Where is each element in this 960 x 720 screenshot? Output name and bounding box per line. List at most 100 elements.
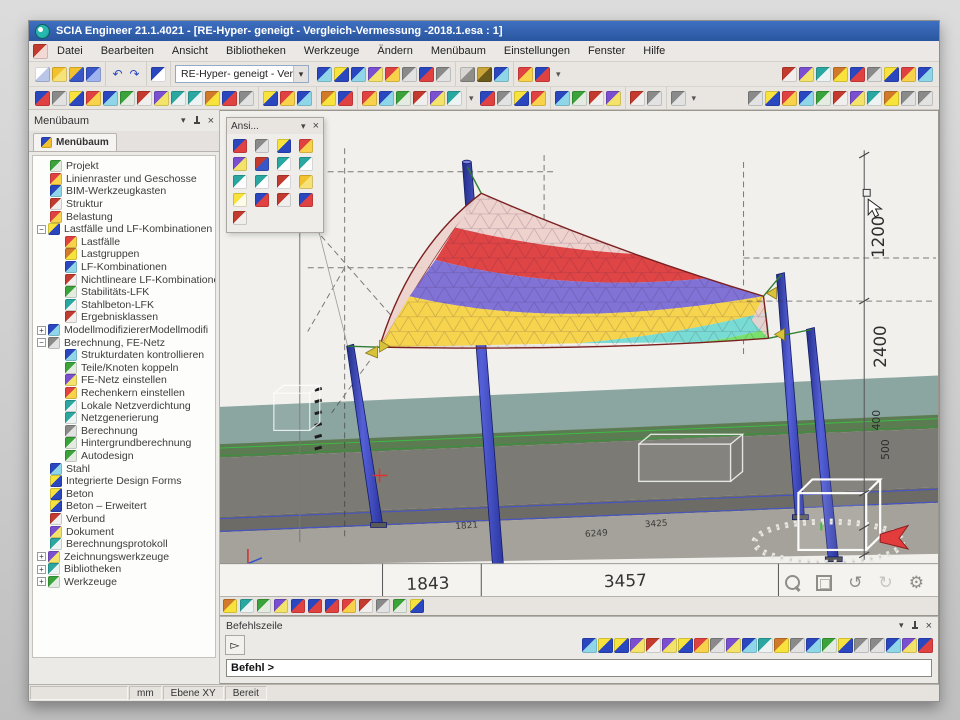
- line-icon[interactable]: [582, 638, 597, 653]
- menu-item[interactable]: Einstellungen: [495, 42, 579, 60]
- print-icon[interactable]: [460, 67, 475, 82]
- command-menu-icon[interactable]: ▾: [899, 620, 904, 631]
- beam-tool-icon-7[interactable]: [137, 91, 152, 106]
- save-all-icon[interactable]: [69, 67, 84, 82]
- midpoint-snap-icon[interactable]: [774, 638, 789, 653]
- load-panel-icon-3[interactable]: [782, 91, 797, 106]
- folder-transfer-icon-1[interactable]: [555, 91, 570, 106]
- cube-icon[interactable]: [518, 67, 533, 82]
- menu-item[interactable]: Ändern: [368, 42, 421, 60]
- tree-item[interactable]: + ModellmodifiziererModellmodifi: [33, 324, 215, 337]
- menu-item[interactable]: Bibliotheken: [217, 42, 295, 60]
- table-tool-icon-1[interactable]: [362, 91, 377, 106]
- tree-item[interactable]: Rechenkern einstellen: [33, 387, 215, 400]
- tracking-snap-icon[interactable]: [886, 638, 901, 653]
- light-bulb-icon[interactable]: [233, 193, 247, 207]
- axon-view-icon-3[interactable]: [277, 139, 291, 153]
- tree-item[interactable]: Berechnungsprotokoll: [33, 538, 215, 551]
- menu-item[interactable]: Ansicht: [163, 42, 217, 60]
- page-tool-icon-1[interactable]: [480, 91, 495, 106]
- beam-tool-icon-2[interactable]: [52, 91, 67, 106]
- beam-tool-icon-3[interactable]: [69, 91, 84, 106]
- intersect-icon[interactable]: [280, 91, 295, 106]
- tree-item[interactable]: Strukturdaten kontrollieren: [33, 349, 215, 362]
- expander-icon[interactable]: +: [37, 577, 46, 586]
- tree-item[interactable]: Integrierte Design Forms: [33, 475, 215, 488]
- target-icon[interactable]: [918, 91, 933, 106]
- grid-snap-icon[interactable]: [726, 638, 741, 653]
- isometric-cube-icon[interactable]: [816, 575, 832, 591]
- snap-settings-icon[interactable]: [918, 638, 933, 653]
- tree-item[interactable]: + Werkzeuge: [33, 576, 215, 589]
- load-panel-icon-10[interactable]: [901, 91, 916, 106]
- axes-icon[interactable]: [255, 157, 269, 171]
- export-folder-icon[interactable]: [671, 91, 686, 106]
- texture-icon[interactable]: [402, 67, 417, 82]
- page-tool-icon-2[interactable]: [497, 91, 512, 106]
- palette-close-icon[interactable]: ×: [313, 120, 319, 132]
- screenshot-camera-icon[interactable]: [477, 67, 492, 82]
- corner-tool-icon-3[interactable]: [816, 67, 831, 82]
- load-panel-icon-1[interactable]: [748, 91, 763, 106]
- select-cursor-button[interactable]: ▻: [225, 635, 245, 655]
- clipping-box-icon[interactable]: [299, 193, 313, 207]
- hidden-camera-icon[interactable]: [277, 193, 291, 207]
- angle-icon[interactable]: [662, 638, 677, 653]
- command-pin-icon[interactable]: [911, 621, 919, 630]
- load-panel-icon-6[interactable]: [833, 91, 848, 106]
- new-document-icon[interactable]: [35, 67, 50, 82]
- load-panel-icon-2[interactable]: [765, 91, 780, 106]
- rotate-left-icon[interactable]: [277, 157, 291, 171]
- load-panel-icon-4[interactable]: [799, 91, 814, 106]
- triangle-marker-icon[interactable]: [257, 599, 271, 613]
- measure-snap-icon[interactable]: [902, 638, 917, 653]
- beam-tool-icon-6[interactable]: [120, 91, 135, 106]
- folder-transfer-icon-3[interactable]: [589, 91, 604, 106]
- perspective-box-icon[interactable]: [233, 211, 247, 225]
- tree-item[interactable]: Lastgruppen: [33, 248, 215, 261]
- tree-item[interactable]: Teile/Knoten koppeln: [33, 362, 215, 375]
- bowtie-icon[interactable]: [630, 91, 645, 106]
- tab-menubaum[interactable]: Menübaum: [33, 133, 117, 151]
- close-viewport-icon[interactable]: [151, 67, 166, 82]
- orbit-icon[interactable]: ↺: [848, 574, 862, 591]
- chevron-down-icon[interactable]: ▾: [293, 66, 308, 82]
- tree-item[interactable]: Berechnung: [33, 424, 215, 437]
- attach-icon[interactable]: [223, 599, 237, 613]
- calculator-icon[interactable]: [535, 67, 550, 82]
- tree-item[interactable]: Verbund: [33, 513, 215, 526]
- viewport-3d[interactable]: 1200 2400 400 500: [220, 110, 939, 616]
- intersection-snap-icon[interactable]: [758, 638, 773, 653]
- tree-item[interactable]: + Zeichnungswerkzeuge: [33, 550, 215, 563]
- node-snap-icon[interactable]: [822, 638, 837, 653]
- gallery-icon[interactable]: [419, 67, 434, 82]
- endpoint-snap-icon[interactable]: [742, 638, 757, 653]
- corner-tool-icon-6[interactable]: [867, 67, 882, 82]
- clip-icon[interactable]: [240, 599, 254, 613]
- zoom-out-icon[interactable]: [255, 175, 269, 189]
- command-close-icon[interactable]: ×: [926, 620, 932, 632]
- polyline-icon[interactable]: [598, 638, 613, 653]
- tree-item[interactable]: Stahl: [33, 462, 215, 475]
- beam-tool-icon-1[interactable]: [35, 91, 50, 106]
- load-view-icon[interactable]: [359, 599, 373, 613]
- result-view-icon[interactable]: [376, 599, 390, 613]
- tree-item[interactable]: − Berechnung, FE-Netz: [33, 336, 215, 349]
- table-tool-icon-5[interactable]: [430, 91, 445, 106]
- tree-item[interactable]: Nichtlineare LF-Kombinatione: [33, 273, 215, 286]
- beam-tool-icon-13[interactable]: [239, 91, 254, 106]
- image-export-icon[interactable]: [351, 67, 366, 82]
- paste-icon[interactable]: [385, 67, 400, 82]
- axon-view-icon-2[interactable]: [255, 139, 269, 153]
- load-panel-icon-7[interactable]: [850, 91, 865, 106]
- node-tool-icon-1[interactable]: [321, 91, 336, 106]
- section-icon[interactable]: [274, 599, 288, 613]
- status-plane[interactable]: Ebene XY: [163, 686, 224, 700]
- update-link-icon[interactable]: [317, 67, 332, 82]
- expander-icon[interactable]: +: [37, 552, 46, 561]
- node-tool-icon-2[interactable]: [338, 91, 353, 106]
- page-tool-icon-4[interactable]: [531, 91, 546, 106]
- menu-item[interactable]: Bearbeiten: [92, 42, 163, 60]
- corner-tool-icon-8[interactable]: [901, 67, 916, 82]
- zoom-window-icon[interactable]: [233, 175, 247, 189]
